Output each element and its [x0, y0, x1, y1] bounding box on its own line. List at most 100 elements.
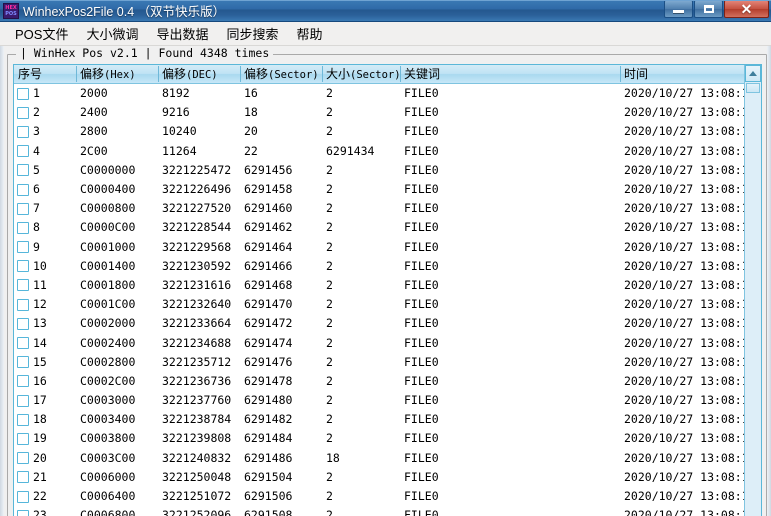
menu-item-size-tune[interactable]: 大小微调	[77, 22, 147, 45]
cell-time: 2020/10/27 13:08:15	[624, 239, 744, 254]
cell-keyword: FILE0	[404, 335, 439, 350]
table-row[interactable]: 16 C0002C00 3221236736 6291478 2 FILE0 2020/10…	[14, 372, 761, 391]
menu-item-export[interactable]: 导出数据	[147, 22, 217, 45]
table-row[interactable]: 2 2400 9216 18 2 FILE0 2020/10/27 13:08:15	[14, 103, 761, 122]
minimize-button[interactable]	[664, 0, 693, 18]
row-checkbox[interactable]	[17, 375, 29, 388]
vertical-scrollbar[interactable]	[744, 65, 761, 516]
table-row[interactable]: 18 C0003400 3221238784 6291482 2 FILE0 2020/10…	[14, 410, 761, 429]
cell-size-sector: 2	[326, 258, 333, 273]
row-checkbox[interactable]	[17, 298, 29, 311]
results-group-box: | WinHex Pos v2.1 | Found 4348 times 序号 …	[7, 46, 767, 516]
cell-time: 2020/10/27 13:08:15	[624, 258, 744, 273]
row-index-label: 17	[33, 393, 47, 408]
row-checkbox[interactable]	[17, 279, 29, 292]
cell-time: 2020/10/27 13:08:15	[624, 373, 744, 388]
menu-item-help[interactable]: 帮助	[288, 22, 332, 45]
table-row[interactable]: 4 2C00 11264 22 6291434 FILE0 2020/10/27 13:08…	[14, 142, 761, 161]
row-index-label: 1	[33, 86, 40, 101]
table-row[interactable]: 14 C0002400 3221234688 6291474 2 FILE0 2020/10…	[14, 333, 761, 352]
row-checkbox[interactable]	[17, 221, 29, 234]
table-row[interactable]: 8 C0000C00 3221228544 6291462 2 FILE0 2020/10/…	[14, 218, 761, 237]
column-header-size-sector[interactable]: 大小(Sector)	[322, 65, 400, 83]
window-edge-left	[0, 46, 4, 516]
table-row[interactable]: 23 C0006800 3221252096 6291508 2 FILE0 2020/10…	[14, 506, 761, 516]
cell-offset-dec: 3221228544	[162, 220, 232, 235]
row-checkbox[interactable]	[17, 125, 29, 138]
row-checkbox[interactable]	[17, 432, 29, 445]
row-checkbox[interactable]	[17, 394, 29, 407]
row-checkbox[interactable]	[17, 317, 29, 330]
cell-offset-hex: C0003800	[80, 431, 136, 446]
cell-offset-dec: 3221237760	[162, 393, 232, 408]
table-row[interactable]: 12 C0001C00 3221232640 6291470 2 FILE0 2020/10…	[14, 295, 761, 314]
column-header-keyword[interactable]: 关键词	[400, 65, 620, 83]
table-row[interactable]: 15 C0002800 3221235712 6291476 2 FILE0 2020/10…	[14, 353, 761, 372]
column-header-time[interactable]: 时间	[620, 65, 744, 83]
table-row[interactable]: 10 C0001400 3221230592 6291466 2 FILE0 2020/10…	[14, 257, 761, 276]
table-row[interactable]: 5 C0000000 3221225472 6291456 2 FILE0 2020/10/…	[14, 161, 761, 180]
row-checkbox[interactable]	[17, 471, 29, 484]
cell-keyword: FILE0	[404, 86, 439, 101]
row-checkbox[interactable]	[17, 260, 29, 273]
row-checkbox[interactable]	[17, 106, 29, 119]
table-row[interactable]: 9 C0001000 3221229568 6291464 2 FILE0 2020/10/…	[14, 238, 761, 257]
table-row[interactable]: 11 C0001800 3221231616 6291468 2 FILE0 2020/10…	[14, 276, 761, 295]
chevron-up-icon	[749, 71, 757, 76]
column-header-offset-sector[interactable]: 偏移(Sector)	[240, 65, 322, 83]
cell-size-sector: 2	[326, 469, 333, 484]
results-list-view[interactable]: 序号 偏移(Hex) 偏移(DEC) 偏移(Sector) 大小(Sector)	[13, 64, 762, 516]
cell-offset-hex: C0001000	[80, 239, 136, 254]
cell-index: 16	[14, 372, 76, 391]
cell-size-sector: 2	[326, 297, 333, 312]
table-row[interactable]: 13 C0002000 3221233664 6291472 2 FILE0 2020/10…	[14, 314, 761, 333]
row-index-label: 19	[33, 431, 47, 446]
row-index-label: 5	[33, 162, 40, 177]
cell-index: 21	[14, 468, 76, 487]
row-checkbox[interactable]	[17, 183, 29, 196]
row-checkbox[interactable]	[17, 490, 29, 503]
table-row[interactable]: 22 C0006400 3221251072 6291506 2 FILE0 2020/10…	[14, 487, 761, 506]
cell-size-sector: 2	[326, 105, 333, 120]
column-header-offset-hex[interactable]: 偏移(Hex)	[76, 65, 158, 83]
table-row[interactable]: 21 C0006000 3221250048 6291504 2 FILE0 2020/10…	[14, 468, 761, 487]
row-checkbox[interactable]	[17, 241, 29, 254]
row-checkbox[interactable]	[17, 452, 29, 465]
row-checkbox[interactable]	[17, 337, 29, 350]
row-checkbox[interactable]	[17, 202, 29, 215]
row-checkbox[interactable]	[17, 356, 29, 369]
table-row[interactable]: 3 2800 10240 20 2 FILE0 2020/10/27 13:08:15	[14, 122, 761, 141]
row-checkbox[interactable]	[17, 413, 29, 426]
column-header-offset-dec[interactable]: 偏移(DEC)	[158, 65, 240, 83]
row-index-label: 14	[33, 335, 47, 350]
cell-offset-sector: 16	[244, 86, 258, 101]
table-row[interactable]: 20 C0003C00 3221240832 6291486 18 FILE0 2020/1…	[14, 449, 761, 468]
list-body[interactable]: 1 2000 8192 16 2 FILE0 2020/10/27 13:08:15 2 240…	[14, 84, 761, 516]
menu-item-sync-search[interactable]: 同步搜索	[218, 22, 288, 45]
row-checkbox[interactable]	[17, 87, 29, 100]
window-title: WinhexPos2File 0.4 （双节快乐版）	[23, 5, 226, 19]
row-checkbox[interactable]	[17, 164, 29, 177]
row-index-label: 9	[33, 239, 40, 254]
column-header-index[interactable]: 序号	[14, 65, 76, 83]
table-row[interactable]: 6 C0000400 3221226496 6291458 2 FILE0 2020/10/…	[14, 180, 761, 199]
table-row[interactable]: 1 2000 8192 16 2 FILE0 2020/10/27 13:08:15	[14, 84, 761, 103]
table-row[interactable]: 7 C0000800 3221227520 6291460 2 FILE0 2020/10/…	[14, 199, 761, 218]
cell-offset-sector: 6291474	[244, 335, 293, 350]
table-row[interactable]: 19 C0003800 3221239808 6291484 2 FILE0 2020/10…	[14, 429, 761, 448]
cell-time: 2020/10/27 13:08:15	[624, 450, 744, 465]
row-index-label: 7	[33, 201, 40, 216]
cell-offset-dec: 3221252096	[162, 508, 232, 516]
cell-offset-sector: 20	[244, 124, 258, 139]
row-checkbox[interactable]	[17, 509, 29, 516]
close-button[interactable]: ✕	[724, 0, 769, 18]
cell-time: 2020/10/27 13:08:15	[624, 489, 744, 504]
row-index-label: 18	[33, 412, 47, 427]
scroll-up-button[interactable]	[745, 65, 761, 82]
cell-index: 23	[14, 506, 76, 516]
menu-item-pos-file[interactable]: POS文件	[6, 22, 77, 45]
table-row[interactable]: 17 C0003000 3221237760 6291480 2 FILE0 2020/10…	[14, 391, 761, 410]
scrollbar-thumb[interactable]	[746, 83, 760, 93]
row-checkbox[interactable]	[17, 145, 29, 158]
maximize-button[interactable]	[694, 0, 723, 18]
